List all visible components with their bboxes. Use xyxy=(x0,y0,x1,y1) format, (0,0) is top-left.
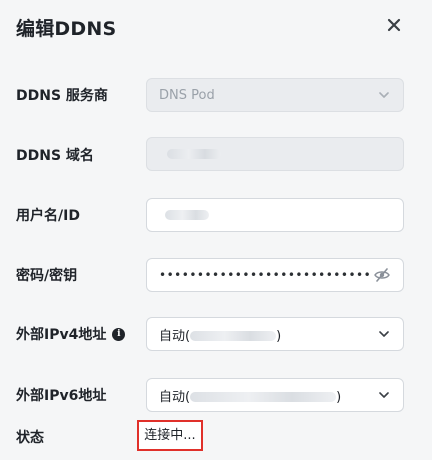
chevron-down-icon xyxy=(377,327,391,341)
password-label: 密码/密钥 xyxy=(16,268,78,284)
ipv6-value: 自动() xyxy=(159,389,342,405)
ipv6-select[interactable]: 自动() xyxy=(146,378,404,412)
dialog-title: 编辑DDNS xyxy=(16,18,117,40)
chevron-down-icon xyxy=(377,388,391,402)
edit-ddns-dialog: 编辑DDNS DDNS 服务商 DNS Pod DDNS 域名 用户名/ID 密… xyxy=(0,0,432,460)
eye-off-icon[interactable] xyxy=(373,266,391,284)
provider-select[interactable]: DNS Pod xyxy=(146,78,404,112)
domain-label: DDNS 域名 xyxy=(16,148,94,164)
ipv4-select[interactable]: 自动() xyxy=(146,317,404,351)
domain-field[interactable] xyxy=(146,137,404,171)
info-icon[interactable]: i xyxy=(112,327,126,341)
redacted-username xyxy=(165,210,209,220)
ipv4-value: 自动() xyxy=(159,328,282,344)
redacted-ipv6 xyxy=(190,392,337,402)
close-icon[interactable] xyxy=(386,17,402,33)
redacted-ipv4 xyxy=(190,331,277,341)
ipv6-label: 外部IPv6地址 xyxy=(16,388,107,404)
username-field[interactable] xyxy=(146,198,404,232)
status-label: 状态 xyxy=(16,430,44,446)
redacted-domain xyxy=(167,149,221,159)
provider-value: DNS Pod xyxy=(159,87,215,103)
provider-label: DDNS 服务商 xyxy=(16,88,108,104)
ipv4-label: 外部IPv4地址 i xyxy=(16,324,126,344)
password-field[interactable]: •••••••••••••••••••••••••••••••••• xyxy=(146,258,404,292)
chevron-down-icon xyxy=(377,88,391,102)
status-value: 连接中... xyxy=(137,420,203,451)
password-value: •••••••••••••••••••••••••••••••••• xyxy=(159,268,373,282)
username-label: 用户名/ID xyxy=(16,208,80,224)
